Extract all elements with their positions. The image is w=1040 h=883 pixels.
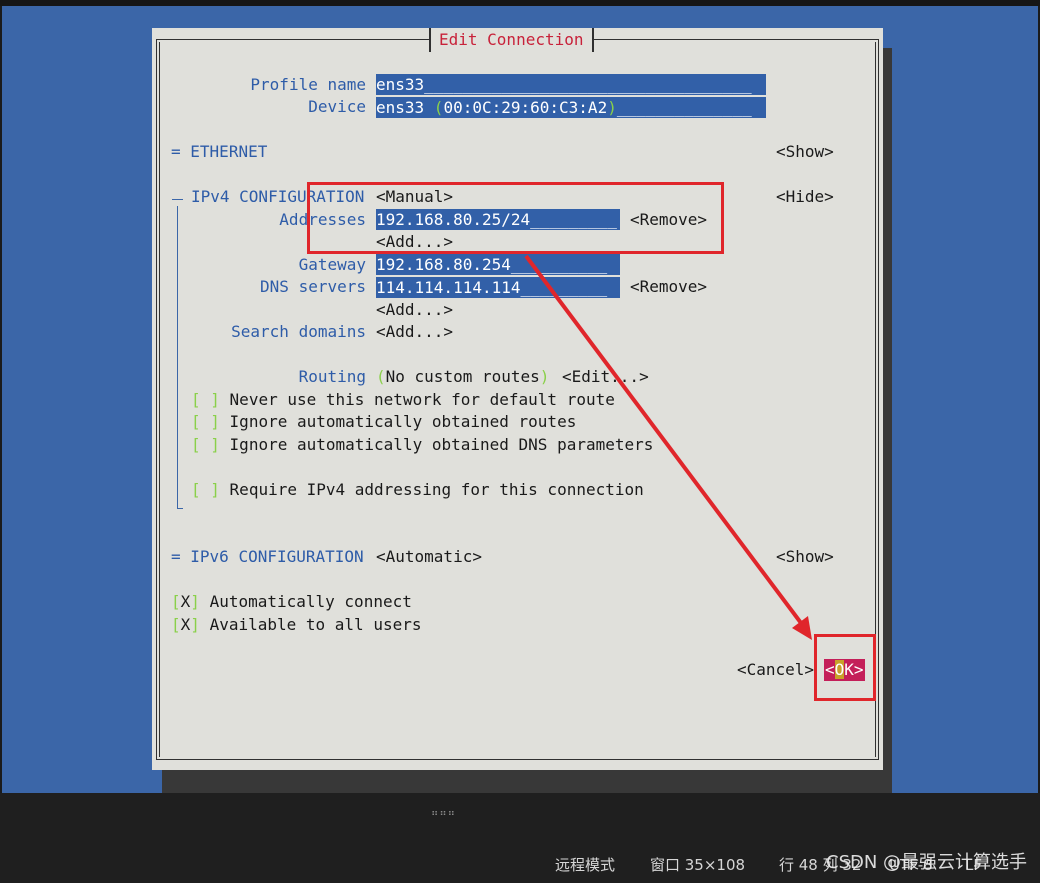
arrow-head (792, 616, 812, 640)
status-window-size: 窗口 35×108 (650, 856, 746, 874)
csdn-watermark: CSDN @最强云计算选手 (826, 852, 1028, 873)
arrow-shaft (524, 254, 806, 629)
annotation-arrow-icon (524, 254, 812, 640)
status-mode: 远程模式 (555, 856, 616, 874)
resize-grip-icon[interactable]: ⠶⠶⠶ (431, 808, 456, 819)
